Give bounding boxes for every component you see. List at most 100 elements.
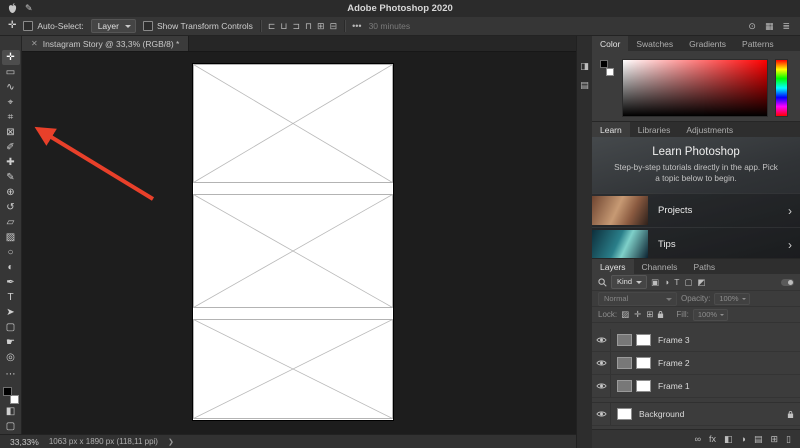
foreground-color-swatch[interactable] xyxy=(600,60,608,68)
lock-artboard-icon[interactable]: ⊞ xyxy=(646,310,653,319)
opacity-field[interactable]: 100% xyxy=(714,293,749,305)
filter-adjustment-layers-icon[interactable]: ◑ xyxy=(664,278,669,287)
blur-tool[interactable]: ○ xyxy=(2,245,20,260)
layer-mask-icon[interactable]: ◧ xyxy=(724,435,733,444)
filter-toggle[interactable] xyxy=(781,279,794,286)
document-canvas[interactable] xyxy=(193,64,393,420)
visibility-eye-icon[interactable] xyxy=(592,375,611,397)
color-panel-swatches[interactable] xyxy=(599,60,615,76)
layer-group-icon[interactable]: ▤ xyxy=(754,435,763,444)
layer-row-frame-1[interactable]: Frame 1 xyxy=(592,375,800,398)
delete-layer-icon[interactable]: ▯ xyxy=(786,435,791,444)
tab-color[interactable]: Color xyxy=(592,36,628,51)
fill-field[interactable]: 100% xyxy=(693,309,728,321)
visibility-eye-icon[interactable] xyxy=(592,352,611,374)
search-icon[interactable]: ⊙ xyxy=(748,22,756,31)
eraser-tool[interactable]: ▱ xyxy=(2,215,20,230)
hand-tool[interactable]: ☛ xyxy=(2,335,20,350)
zoom-tool[interactable]: ◎ xyxy=(2,350,20,365)
visibility-eye-icon[interactable] xyxy=(592,329,611,351)
status-chevron-icon[interactable]: ❯ xyxy=(168,438,174,446)
rectangle-tool[interactable]: ▢ xyxy=(2,320,20,335)
more-options-icon[interactable]: ••• xyxy=(352,22,361,31)
path-selection-tool[interactable]: ➤ xyxy=(2,305,20,320)
show-transform-controls-checkbox[interactable]: Show Transform Controls xyxy=(143,21,253,31)
move-tool[interactable]: ✛ xyxy=(2,50,20,65)
marquee-tool[interactable]: ▭ xyxy=(2,65,20,80)
frame-thumbnail[interactable] xyxy=(617,334,632,346)
pencil-icon[interactable]: ✎ xyxy=(25,4,33,13)
foreground-color-swatch[interactable] xyxy=(3,387,12,396)
quick-mask-icon[interactable]: ◧ xyxy=(2,404,20,419)
tab-adjustments[interactable]: Adjustments xyxy=(678,122,741,137)
edit-toolbar-icon[interactable]: ⋯ xyxy=(2,367,20,382)
align-top-icon[interactable]: ⊓ xyxy=(305,22,312,31)
screen-mode-icon[interactable]: ▢ xyxy=(2,419,20,434)
background-color-swatch[interactable] xyxy=(606,68,614,76)
type-tool[interactable]: T xyxy=(2,290,20,305)
lock-transparency-icon[interactable]: ▨ xyxy=(621,310,629,319)
tab-patterns[interactable]: Patterns xyxy=(734,36,782,51)
saturation-brightness-field[interactable] xyxy=(622,59,768,117)
background-color-swatch[interactable] xyxy=(10,395,19,404)
healing-brush-tool[interactable]: ✚ xyxy=(2,155,20,170)
lasso-tool[interactable]: ∿ xyxy=(2,80,20,95)
frame-2-placeholder[interactable] xyxy=(194,195,393,308)
frame-3-placeholder[interactable] xyxy=(194,65,393,183)
learn-item-projects[interactable]: Projects › xyxy=(592,193,800,227)
blend-mode-dropdown[interactable]: Normal xyxy=(598,292,677,306)
tab-libraries[interactable]: Libraries xyxy=(630,122,679,137)
filter-shape-layers-icon[interactable]: ▢ xyxy=(684,278,692,287)
link-layers-icon[interactable]: ∞ xyxy=(695,435,701,444)
layer-thumbnail[interactable] xyxy=(636,357,651,369)
tab-swatches[interactable]: Swatches xyxy=(628,36,681,51)
workspace-switcher-icon[interactable]: ▦ xyxy=(765,22,774,31)
foreground-background-swatches[interactable] xyxy=(2,387,20,404)
tab-layers[interactable]: Layers xyxy=(592,259,634,274)
filter-type-layers-icon[interactable]: T xyxy=(674,278,679,287)
adjustment-layer-icon[interactable]: ◑ xyxy=(741,435,746,444)
document-tab[interactable]: ✕ Instagram Story @ 33,3% (RGB/8) * xyxy=(22,36,189,51)
auto-select-target-dropdown[interactable]: Layer xyxy=(91,19,136,33)
dodge-tool[interactable]: ◐ xyxy=(2,260,20,275)
lock-all-icon[interactable] xyxy=(657,310,664,319)
zoom-level-field[interactable]: 33,33% xyxy=(10,437,39,447)
tab-paths[interactable]: Paths xyxy=(685,259,723,274)
layer-thumbnail[interactable] xyxy=(617,408,632,420)
align-right-icon[interactable]: ⊐ xyxy=(292,22,300,31)
clone-stamp-tool[interactable]: ⊕ xyxy=(2,185,20,200)
layer-row-frame-3[interactable]: Frame 3 xyxy=(592,329,800,352)
learn-item-tips[interactable]: Tips › xyxy=(592,227,800,258)
collapsed-panel-icon-2[interactable]: ▤ xyxy=(580,81,589,90)
hue-slider[interactable] xyxy=(775,59,788,117)
align-center-horizontal-icon[interactable]: ⊔ xyxy=(280,22,287,31)
frame-tool[interactable]: ⊠ xyxy=(2,125,20,140)
object-selection-tool[interactable]: ⌖ xyxy=(2,95,20,110)
frame-thumbnail[interactable] xyxy=(617,380,632,392)
visibility-eye-icon[interactable] xyxy=(592,403,611,425)
layer-effects-icon[interactable]: fx xyxy=(709,435,716,444)
layer-thumbnail[interactable] xyxy=(636,380,651,392)
new-layer-icon[interactable]: ⊞ xyxy=(771,435,779,444)
tab-learn[interactable]: Learn xyxy=(592,122,630,137)
pen-tool[interactable]: ✒ xyxy=(2,275,20,290)
align-bottom-icon[interactable]: ⊟ xyxy=(330,22,338,31)
tab-channels[interactable]: Channels xyxy=(634,259,686,274)
filter-smart-objects-icon[interactable]: ◩ xyxy=(697,278,705,287)
auto-select-checkbox[interactable]: Auto-Select: xyxy=(23,21,83,31)
layer-row-frame-2[interactable]: Frame 2 xyxy=(592,352,800,375)
history-brush-tool[interactable]: ↺ xyxy=(2,200,20,215)
gradient-tool[interactable]: ▨ xyxy=(2,230,20,245)
frame-1-placeholder[interactable] xyxy=(194,320,393,419)
filter-kind-dropdown[interactable]: Kind xyxy=(611,275,647,289)
frame-thumbnail[interactable] xyxy=(617,357,632,369)
options-menu-icon[interactable]: ≣ xyxy=(782,22,790,31)
align-left-icon[interactable]: ⊏ xyxy=(268,22,276,31)
layer-thumbnail[interactable] xyxy=(636,334,651,346)
lock-position-icon[interactable]: ✛ xyxy=(634,310,641,319)
layer-row-background[interactable]: Background xyxy=(592,402,800,426)
collapsed-panel-icon-1[interactable]: ◨ xyxy=(580,62,589,71)
apple-menu-icon[interactable] xyxy=(8,3,17,14)
eyedropper-tool[interactable]: ✐ xyxy=(2,140,20,155)
align-middle-icon[interactable]: ⊞ xyxy=(317,22,325,31)
